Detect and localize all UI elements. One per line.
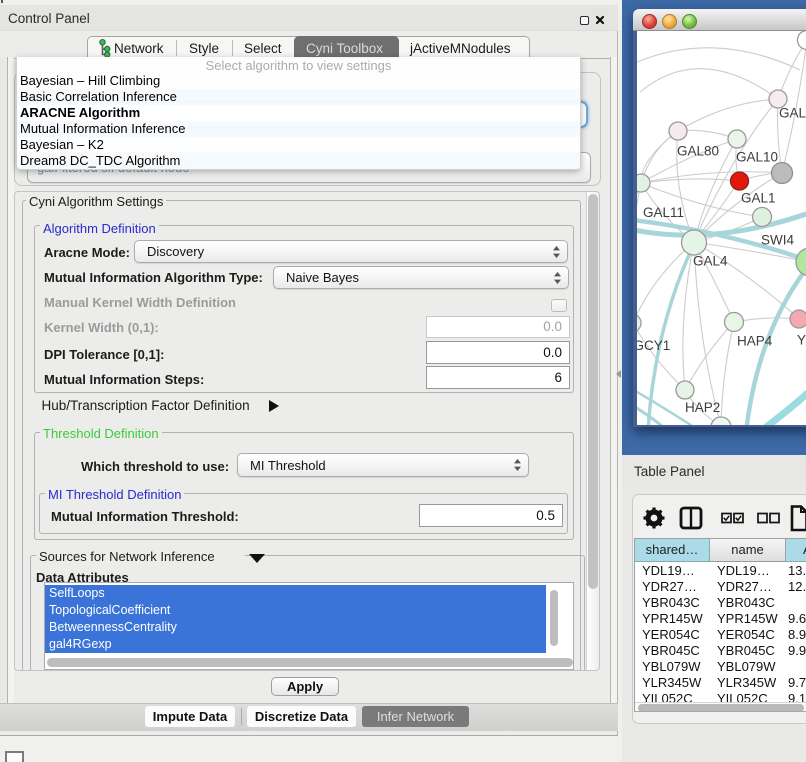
svg-text:SWI4: SWI4 <box>761 233 794 248</box>
svg-text:HAP2: HAP2 <box>685 400 720 415</box>
svg-text:GAL4: GAL4 <box>693 254 728 269</box>
svg-text:GAL10: GAL10 <box>736 150 778 165</box>
svg-text:GAL80: GAL80 <box>677 144 719 159</box>
svg-text:GAL11: GAL11 <box>643 205 684 220</box>
svg-text:HAP4: HAP4 <box>737 334 773 349</box>
svg-text:GCY1: GCY1 <box>637 338 670 353</box>
svg-text:GAL1: GAL1 <box>741 191 776 206</box>
svg-text:YD: YD <box>797 333 806 348</box>
svg-text:GAL2: GAL2 <box>779 106 806 121</box>
